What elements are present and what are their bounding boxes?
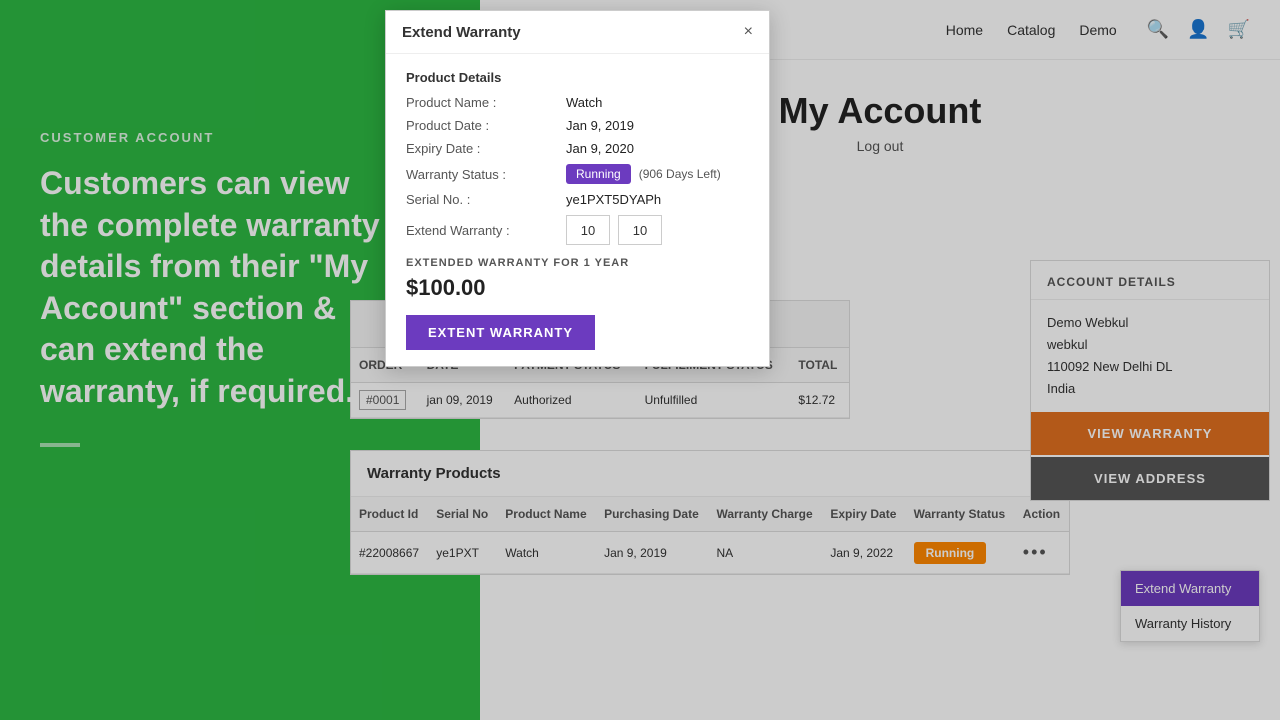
expiry-date-label: Expiry Date : [406, 141, 566, 156]
product-details-heading: Product Details [406, 70, 749, 85]
extent-warranty-button[interactable]: EXTENT WARRANTY [406, 315, 595, 350]
warranty-status-row: Warranty Status : Running (906 Days Left… [406, 164, 749, 184]
product-date-label: Product Date : [406, 118, 566, 133]
expiry-date-row: Expiry Date : Jan 9, 2020 [406, 141, 749, 156]
price-display: $100.00 [406, 275, 749, 301]
serial-no-label: Serial No. : [406, 192, 566, 207]
serial-no-value: ye1PXT5DYAPh [566, 192, 661, 207]
extend-input-1[interactable] [566, 215, 610, 245]
warranty-status-badge: Running [566, 164, 631, 184]
warranty-status-label: Warranty Status : [406, 167, 566, 182]
product-name-row: Product Name : Watch [406, 95, 749, 110]
modal-close-button[interactable]: × [744, 23, 753, 41]
modal-title: Extend Warranty [402, 24, 521, 41]
days-left-text: (906 Days Left) [639, 167, 721, 181]
extend-warranty-modal: Extend Warranty × Product Details Produc… [385, 10, 770, 367]
expiry-date-value: Jan 9, 2020 [566, 141, 634, 156]
modal-body: Product Details Product Name : Watch Pro… [386, 54, 769, 366]
serial-no-row: Serial No. : ye1PXT5DYAPh [406, 192, 749, 207]
product-date-row: Product Date : Jan 9, 2019 [406, 118, 749, 133]
extend-input-2[interactable] [618, 215, 662, 245]
modal-header: Extend Warranty × [386, 11, 769, 54]
extend-warranty-row: Extend Warranty : [406, 215, 749, 245]
product-name-label: Product Name : [406, 95, 566, 110]
extend-warranty-label: Extend Warranty : [406, 223, 566, 238]
product-name-value: Watch [566, 95, 602, 110]
extended-warranty-for-label: EXTENDED WARRANTY FOR 1 YEAR [406, 257, 749, 269]
product-date-value: Jan 9, 2019 [566, 118, 634, 133]
extend-warranty-inputs [566, 215, 662, 245]
